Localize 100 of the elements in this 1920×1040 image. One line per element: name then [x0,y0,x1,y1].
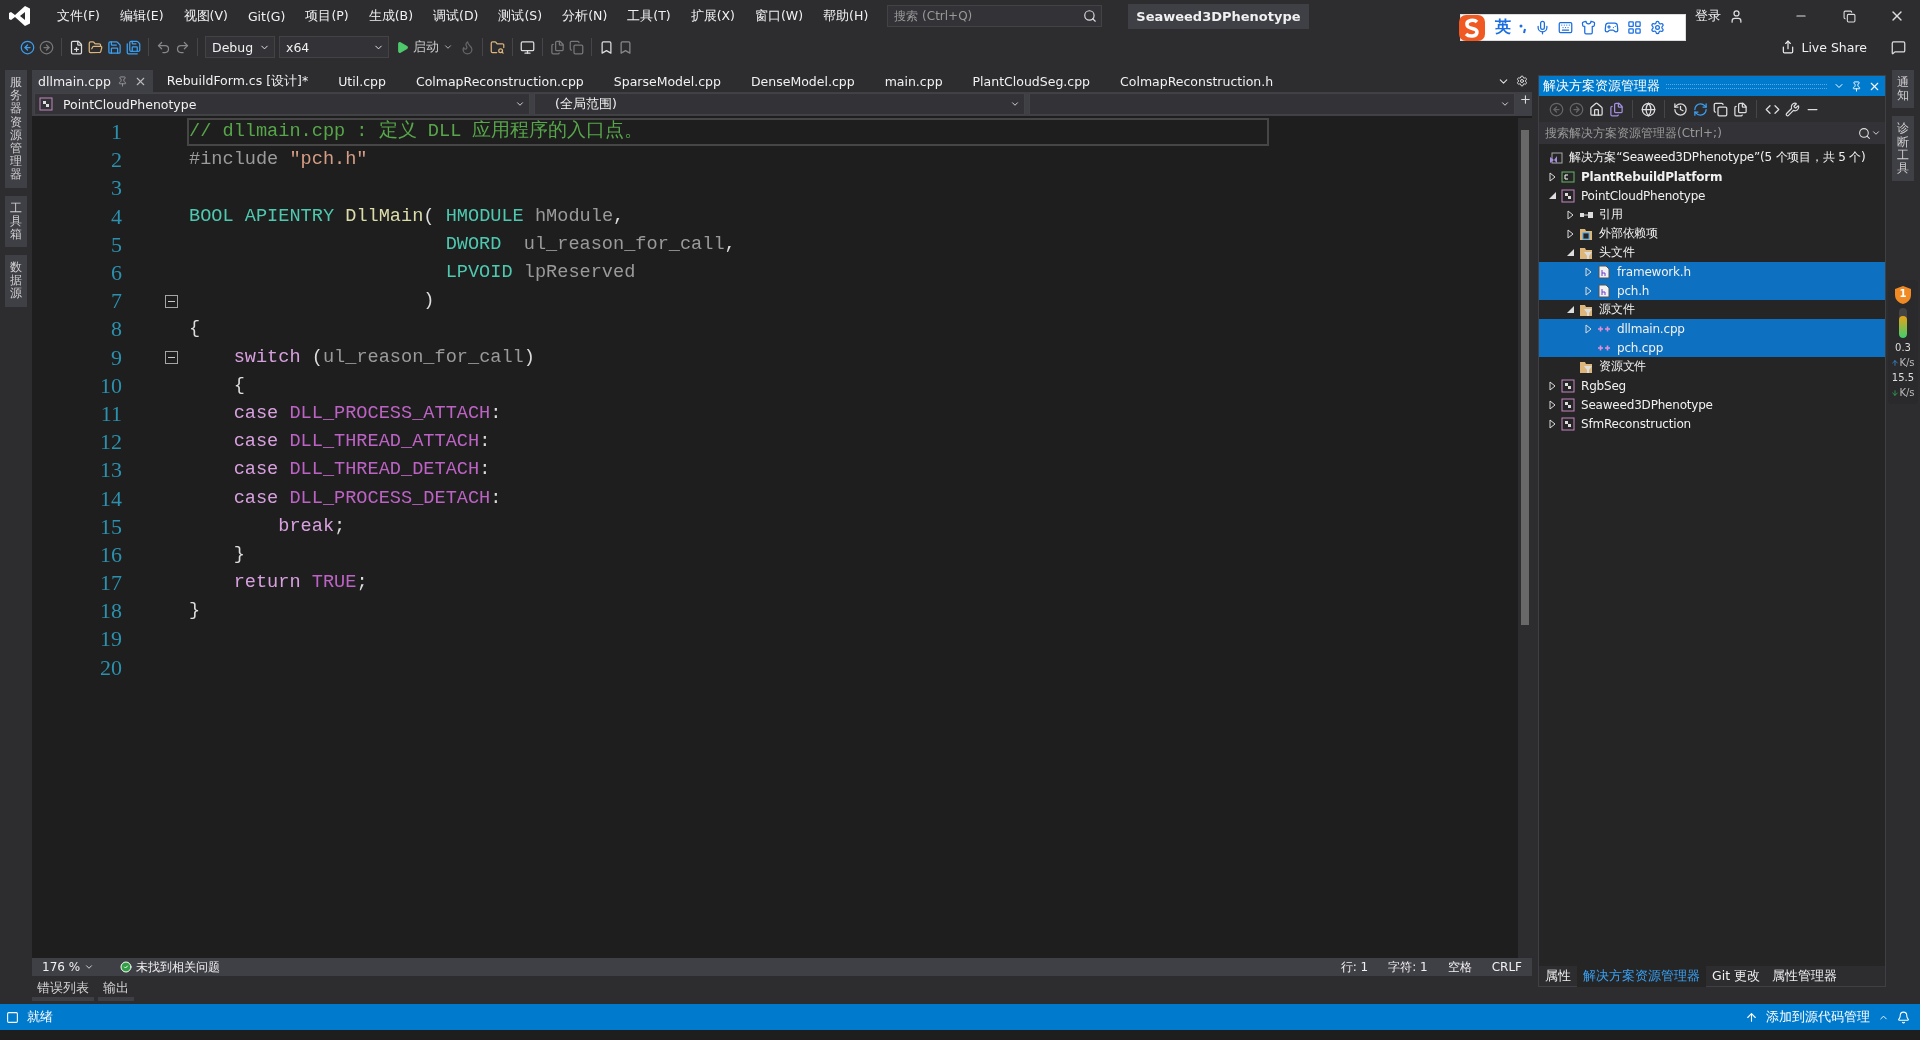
source-control-button[interactable]: 添加到源代码管理 [1766,1008,1870,1026]
caret-icon[interactable] [443,42,453,52]
tree-item[interactable]: PointCloudPhenotype [1539,186,1885,205]
panel-tab[interactable]: Git 更改 [1706,965,1767,987]
start-button[interactable]: 启动 [393,36,456,58]
editor-tab[interactable]: dllmain.cpp [32,70,153,92]
show-files-icon[interactable] [1733,101,1748,117]
tree-item[interactable]: dllmain.cpp [1539,319,1885,338]
tree-item[interactable]: 源文件 [1539,300,1885,319]
editor-tab[interactable]: SparseModel.cpp [607,70,745,92]
solution-item[interactable]: 解决方案“Seaweed3DPhenotype”(5 个项目，共 5 个) [1539,148,1885,167]
undo-icon[interactable] [156,39,171,55]
save-all-icon[interactable] [126,39,141,55]
line-ending-status[interactable]: CRLF [1481,960,1532,974]
collapsed-arrow-icon[interactable] [1548,380,1556,391]
keyboard-icon[interactable] [1558,20,1573,35]
zoom-dropdown[interactable]: 176 % [32,960,105,974]
sign-in-link[interactable]: 登录 [1695,7,1721,25]
microphone-icon[interactable] [1535,20,1550,35]
play-icon[interactable] [396,40,409,54]
search-field[interactable]: 搜索 (Ctrl+Q) [892,8,1084,24]
menu-item[interactable]: 分析(N) [553,3,617,29]
menu-item[interactable]: Git(G) [238,4,295,28]
editor-tab[interactable]: ColmapReconstruction.cpp [409,70,608,92]
search-field[interactable]: 搜索解决方案资源管理器(Ctrl+;) [1543,125,1858,141]
user-icon[interactable] [1729,8,1744,24]
ime-language[interactable]: 英 [1495,17,1511,38]
share-icon[interactable] [1781,40,1796,54]
collapsed-arrow-icon[interactable] [1566,228,1574,239]
bookmark-nav-icon[interactable] [618,39,633,55]
expanded-arrow-icon[interactable] [1548,192,1556,199]
globe-icon[interactable] [1641,101,1656,117]
caret-icon[interactable] [1010,99,1021,109]
split-icon[interactable] [1519,93,1532,106]
tree-item[interactable]: 引用 [1539,205,1885,224]
caret-icon[interactable] [1500,99,1511,109]
collapse-icon[interactable] [1713,101,1728,117]
menu-item[interactable]: 测试(S) [489,3,552,29]
collapsed-arrow-icon[interactable] [1566,209,1574,220]
panel-tab[interactable]: 解决方案资源管理器 [1577,965,1706,987]
pin-icon[interactable] [116,75,128,87]
gamepad-icon[interactable] [1604,20,1619,35]
issues-status[interactable]: 未找到相关问题 [104,958,231,976]
restore-icon[interactable] [1842,9,1856,23]
search-icon[interactable] [1858,126,1871,140]
platform-dropdown[interactable]: x64 [279,36,389,58]
back-icon[interactable] [20,39,35,55]
side-tab[interactable]: 诊断工具 [1892,116,1914,182]
side-tab[interactable]: 通知 [1892,70,1914,109]
list-icon[interactable] [550,39,565,55]
caret-icon[interactable] [1871,128,1881,138]
menu-item[interactable]: 视图(V) [174,3,237,29]
editor-tab[interactable]: Util.cpp [332,70,410,92]
grid-icon[interactable] [1627,20,1642,35]
editor-tab[interactable]: ColmapReconstruction.h [1114,70,1298,92]
menu-item[interactable]: 生成(B) [359,3,423,29]
shirt-icon[interactable] [1581,20,1596,35]
notification-icon[interactable] [1897,1010,1910,1024]
tree-item[interactable]: RgbSeg [1539,376,1885,395]
settings-icon[interactable] [1650,20,1665,35]
tree-item[interactable]: pch.h [1539,281,1885,300]
tree-item[interactable]: Seaweed3DPhenotype [1539,395,1885,414]
side-tab[interactable]: 服务器资源管理器 [5,70,27,188]
configuration-dropdown[interactable]: Debug [205,36,275,58]
side-tab[interactable]: 数据源 [5,255,27,307]
panel-tab[interactable]: 属性管理器 [1766,965,1844,987]
pin-icon[interactable] [1851,80,1862,92]
panel-tab[interactable]: 输出 [98,979,134,1001]
home-icon[interactable] [1589,101,1604,117]
line-status[interactable]: 行: 1 [1330,958,1379,976]
collapsed-arrow-icon[interactable] [1548,399,1556,410]
new-file-icon[interactable] [69,39,84,55]
bookmark-icon[interactable] [599,39,614,55]
expanded-arrow-icon[interactable] [1566,249,1574,256]
scrollbar[interactable] [1518,118,1532,958]
tree-item[interactable]: pch.cpp [1539,338,1885,357]
save-icon[interactable] [107,39,122,55]
editor-tab[interactable]: DenseModel.cpp [744,70,879,92]
panel-tab[interactable]: 属性 [1539,965,1577,987]
switch-view-icon[interactable] [1609,101,1624,117]
redo-icon[interactable] [175,39,190,55]
menu-item[interactable]: 帮助(H) [814,3,878,29]
menu-item[interactable]: 编辑(E) [110,3,173,29]
panel-tab[interactable]: 错误列表 [32,979,94,1001]
editor-tab[interactable]: RebuildForm.cs [设计]* [160,70,333,92]
caret-icon[interactable] [84,962,95,972]
properties-icon[interactable] [1785,101,1800,117]
refresh-icon[interactable] [1693,101,1708,117]
copy-icon[interactable] [569,39,584,55]
tree-item[interactable]: PlantRebuildPlatform [1539,167,1885,186]
tree-item[interactable]: 资源文件 [1539,357,1885,376]
folder-search-icon[interactable] [490,39,505,55]
history-icon[interactable] [1673,101,1688,117]
collapsed-arrow-icon[interactable] [1548,171,1556,182]
upload-icon[interactable] [1745,1010,1758,1024]
fold-toggle[interactable] [165,294,178,308]
forward-icon[interactable] [39,39,54,55]
feedback-icon[interactable] [1891,39,1906,55]
scope-dropdown[interactable]: (全局范围) [534,93,1026,115]
tree-item[interactable]: 外部依赖项 [1539,224,1885,243]
